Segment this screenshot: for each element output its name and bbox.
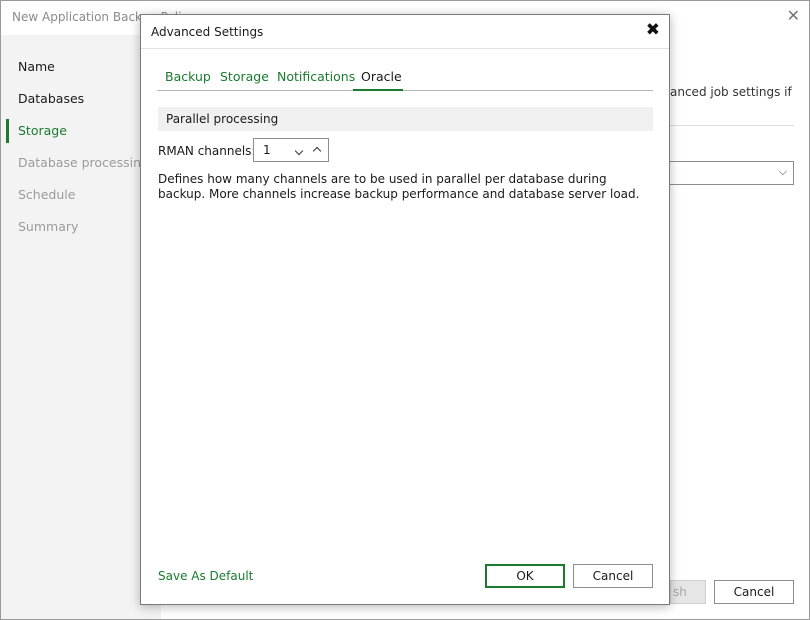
rman-channels-stepper[interactable]: 1 (253, 138, 329, 162)
wizard-description-line: anced job settings if (670, 85, 792, 99)
rman-channels-label: RMAN channels: (158, 144, 255, 158)
rman-channels-value[interactable]: 1 (263, 143, 271, 157)
tab-bar: Backup Storage Notifications Oracle (157, 67, 653, 91)
tab-oracle[interactable]: Oracle (353, 69, 403, 91)
sidebar-item-databases[interactable]: Databases (18, 91, 84, 106)
advanced-settings-dialog: Advanced Settings ✖ Backup Storage Notif… (140, 14, 670, 605)
sidebar-item-summary: Summary (18, 219, 78, 234)
tab-notifications[interactable]: Notifications (277, 69, 355, 91)
wizard-cancel-button[interactable]: Cancel (714, 580, 794, 604)
save-as-default-link[interactable]: Save As Default (158, 569, 253, 583)
wizard-divider (670, 125, 794, 126)
wizard-dropdown[interactable]: ⌵ (670, 161, 794, 185)
chevron-down-icon (295, 147, 303, 155)
rman-help-text: Defines how many channels are to be used… (158, 172, 648, 202)
decrement-button[interactable] (290, 141, 308, 159)
section-title: Parallel processing (166, 112, 278, 126)
dialog-header: Advanced Settings ✖ (141, 15, 669, 49)
cancel-button[interactable]: Cancel (573, 564, 653, 588)
nav-active-indicator (6, 119, 9, 143)
sidebar-item-storage[interactable]: Storage (18, 123, 67, 138)
sidebar-item-schedule: Schedule (18, 187, 75, 202)
increment-button[interactable] (308, 141, 326, 159)
dialog-title: Advanced Settings (151, 25, 263, 39)
chevron-down-icon: ⌵ (779, 165, 787, 179)
sidebar-item-database-processing: Database processing (18, 155, 149, 170)
tab-backup[interactable]: Backup (165, 69, 211, 91)
wizard-description: anced job settings if (670, 83, 792, 101)
finish-button: sh (670, 580, 706, 604)
section-header: Parallel processing (158, 107, 653, 131)
tab-storage[interactable]: Storage (220, 69, 269, 91)
close-icon[interactable]: ✖ (646, 20, 660, 40)
ok-button[interactable]: OK (485, 564, 565, 588)
chevron-up-icon (313, 147, 321, 155)
wizard-close-icon[interactable]: ✕ (787, 6, 800, 26)
sidebar-item-name[interactable]: Name (18, 59, 55, 74)
